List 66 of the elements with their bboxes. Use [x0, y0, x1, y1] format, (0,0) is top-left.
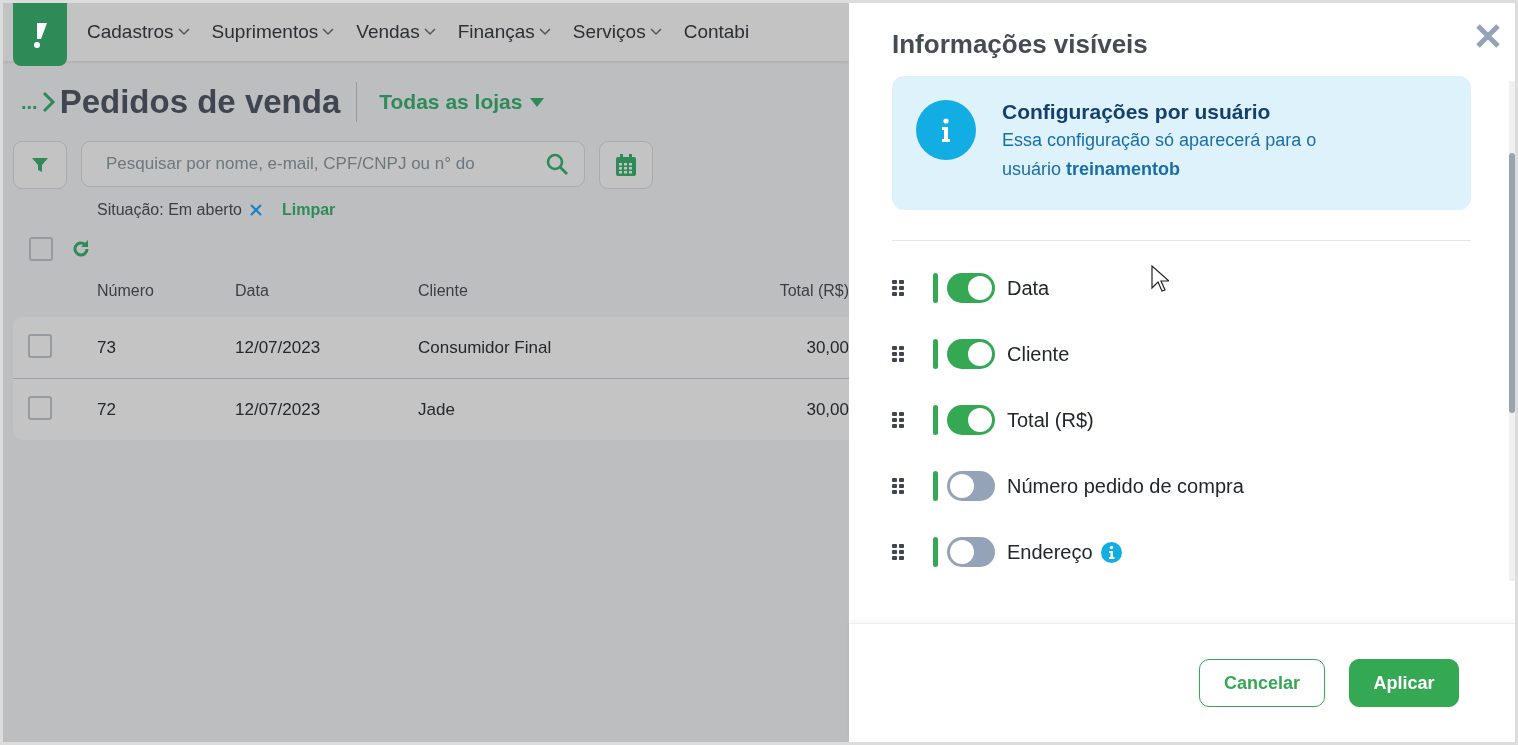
- drag-handle-icon[interactable]: [892, 280, 904, 296]
- table-cell-text: 73: [97, 337, 117, 358]
- chevron-down-icon: [322, 28, 335, 36]
- chevron-down-icon: [177, 28, 190, 36]
- toggle-switch[interactable]: [947, 273, 995, 303]
- info-icon: [916, 100, 976, 160]
- nav-menu-item[interactable]: Suprimentos: [211, 21, 335, 43]
- drag-handle-icon[interactable]: [892, 346, 904, 362]
- chevron-down-icon: [649, 28, 662, 36]
- calendar-button[interactable]: [599, 141, 653, 189]
- field-label: Número pedido de compra: [1007, 474, 1244, 498]
- field-label: Cliente: [1007, 342, 1070, 366]
- toggle-switch[interactable]: [947, 339, 995, 369]
- notice-text: Essa configuração só aparecerá para o usuário treinamentob: [1002, 129, 1318, 181]
- toggle-switch[interactable]: [947, 471, 995, 501]
- table-cell-text: 30,00: [805, 399, 849, 420]
- drag-handle-icon[interactable]: [892, 544, 904, 560]
- drag-handle-icon[interactable]: [892, 412, 904, 428]
- accent-bar: [933, 339, 938, 369]
- toggle-switch[interactable]: [947, 537, 995, 567]
- calendar-icon: [616, 154, 636, 176]
- table-cell-text: 12/07/2023: [235, 399, 322, 420]
- close-icon[interactable]: [249, 204, 262, 216]
- select-all-checkbox[interactable]: [29, 237, 53, 261]
- table-cell-text: 30,00: [805, 337, 849, 358]
- column-header: Data: [235, 282, 270, 300]
- accent-bar: [933, 471, 938, 501]
- column-header: Número: [97, 282, 155, 300]
- refresh-icon[interactable]: [71, 239, 91, 259]
- table-cell-text: 72: [97, 399, 117, 420]
- mouse-pointer-icon: [1151, 265, 1169, 293]
- nav-menu-item[interactable]: Cadastros: [87, 21, 190, 43]
- nav-menu-item[interactable]: Contabi: [683, 21, 750, 43]
- accent-bar: [933, 537, 938, 567]
- chevron-right-icon: [41, 91, 56, 113]
- filter-icon: [32, 157, 48, 173]
- field-label: Data: [1007, 276, 1050, 300]
- nav-menu-item[interactable]: Vendas: [356, 21, 436, 43]
- accent-bar: [933, 405, 938, 435]
- drag-handle-icon[interactable]: [892, 478, 904, 494]
- chevron-down-icon: [538, 28, 551, 36]
- nav-menu-item[interactable]: Finanças: [457, 21, 551, 43]
- table-cell-text: Jade: [418, 399, 456, 420]
- chevron-down-icon: [423, 28, 436, 36]
- row-checkbox[interactable]: [28, 333, 52, 358]
- notice-title: Configurações por usuário: [1002, 100, 1272, 124]
- field-label: Endereço: [1007, 540, 1093, 564]
- table-cell-text: Consumidor Final: [418, 337, 553, 358]
- page-title: Pedidos de venda: [59, 82, 358, 122]
- nav-menu-item[interactable]: Serviços: [572, 21, 662, 43]
- column-header: Total (R$): [778, 282, 849, 300]
- search-field[interactable]: Pesquisar por nome, e-mail, CPF/CNPJ ou n° do: [81, 141, 585, 187]
- field-label: Total (R$): [1007, 408, 1094, 432]
- panel-title: Informações visíveis: [892, 29, 1149, 60]
- accent-bar: [933, 273, 938, 303]
- filter-button[interactable]: [13, 141, 67, 189]
- caret-icon: [530, 97, 545, 107]
- logo[interactable]: [13, 3, 67, 66]
- search-icon[interactable]: [545, 152, 569, 176]
- filter-chip-label: Situação: Em aberto: [97, 201, 242, 219]
- table-cell-text: 12/07/2023: [235, 337, 322, 358]
- info-icon[interactable]: [1100, 541, 1122, 563]
- toggle-switch[interactable]: [947, 405, 995, 435]
- row-checkbox[interactable]: [28, 395, 52, 420]
- scrollbar[interactable]: [1509, 81, 1515, 581]
- column-header: Cliente: [418, 282, 469, 300]
